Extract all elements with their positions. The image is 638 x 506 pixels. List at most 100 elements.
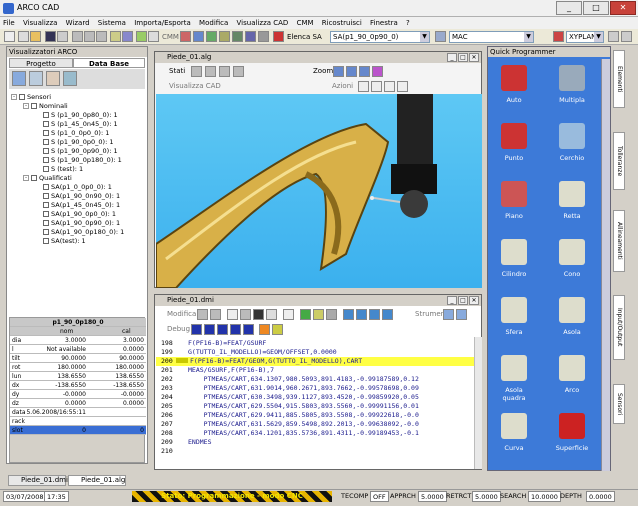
tree-node-qualificati[interactable]: - Qualificati [23,174,72,182]
cmm-tool-2-icon[interactable] [193,31,204,42]
code-line[interactable]: 206 PTMEAS/CART,629.9411,885.5805,893.55… [156,411,474,420]
redo-icon[interactable] [210,309,221,320]
tree-item[interactable]: SA(test): 1 [43,237,86,245]
doc-new-icon[interactable] [227,309,238,320]
edit-icon[interactable] [313,309,324,320]
code-line[interactable]: 201 MEAS/GSURF,F(PF16-B),7 [156,366,474,375]
code-line[interactable]: 210 [156,447,474,456]
doc-tab-dmi[interactable]: Piede_01.dmi [8,475,68,486]
menu-importa-esporta[interactable]: Importa/Esporta [131,17,194,29]
step-over-icon[interactable] [217,324,228,335]
menu-modifica[interactable]: Modifica [196,17,231,29]
table-icon[interactable] [326,309,337,320]
qp-item-sfera[interactable]: Sfera [494,297,534,349]
menu-ricostruisci[interactable]: Ricostruisci [319,17,365,29]
sensor-view-1-icon[interactable] [12,71,26,86]
menu-visualizza[interactable]: Visualizza [20,17,60,29]
side-tab-elementi[interactable]: Elementi [613,50,625,108]
code-line[interactable]: 204 PTMEAS/CART,630.3498,939.1127,893.45… [156,393,474,402]
cmm-tool-1-icon[interactable] [180,31,191,42]
action-tool-4-icon[interactable] [397,81,408,92]
elenca-sa-label[interactable]: Elenca SA [287,33,322,41]
code-editor[interactable]: 198 F(PF16-B)=FEAT/GSURF 199 G(TUTTO_IL_MOD… [156,337,474,469]
side-tab-input-output[interactable]: Input/Output [613,295,625,360]
tree-item[interactable]: S (p1_0_0p0_0): 1 [43,129,109,137]
checkbox[interactable] [31,103,37,109]
mac-select[interactable]: MAC ▼ [449,31,534,43]
tools-1-icon[interactable] [443,309,454,320]
open-icon[interactable] [30,31,41,42]
cmm-tool-4-icon[interactable] [219,31,230,42]
property-row[interactable]: dia 3.0000 3.0000 [10,336,146,345]
checkbox[interactable] [19,94,25,100]
insert-icon[interactable] [300,309,311,320]
tree-item[interactable]: S (p1_90_0p90_0): 1 [43,147,118,155]
qp-item-punto[interactable]: Punto [494,123,534,175]
copy-icon[interactable] [84,31,95,42]
minimize-button[interactable]: _ [556,1,582,15]
qp-item-arco[interactable]: Arco [552,355,592,407]
report-icon[interactable] [122,31,133,42]
code-line[interactable]: 209 ENDMES [156,438,474,447]
tree-item[interactable]: SA(p1_90_0p180_0): 1 [43,228,124,236]
tools-2-icon[interactable] [456,309,467,320]
cut-icon[interactable] [72,31,83,42]
menu-wizard[interactable]: Wizard [63,17,93,29]
tree-item[interactable]: SA(p1_90_0p90_0): 1 [43,219,120,227]
step-icon[interactable] [204,324,215,335]
collapse-icon[interactable]: - [23,103,29,109]
extra-tool-2-icon[interactable] [621,31,632,42]
qp-item-superficie[interactable]: Superficie [552,413,592,465]
sa-select[interactable]: SA(p1_90_0p90_0) ▼ [330,31,430,43]
qp-item-retta[interactable]: Retta [552,181,592,233]
doc-tab-alg[interactable]: Piede_01.alg [68,475,126,486]
probe-icon[interactable] [148,31,159,42]
breakpoint-clear-icon[interactable] [272,324,283,335]
qp-item-cerchio[interactable]: Cerchio [552,123,592,175]
cmm-tool-3-icon[interactable] [206,31,217,42]
file-tool-icon[interactable] [4,31,15,42]
tab-data-base[interactable]: Data Base [73,58,145,68]
stati-tool-3-icon[interactable] [219,66,230,77]
tree-item[interactable]: SA(p1_45_0n45_0): 1 [43,201,120,209]
sensor-view-4-icon[interactable] [63,71,77,86]
sequence-2-icon[interactable] [356,309,367,320]
property-row[interactable]: slot 0 0 [10,426,146,435]
qp-item-piano[interactable]: Piano [494,181,534,233]
action-tool-2-icon[interactable] [371,81,382,92]
tree-item[interactable]: SA(p1_90_0n90_0): 1 [43,192,120,200]
find-icon[interactable] [283,309,294,320]
code-line[interactable]: 203 PTMEAS/CART,631.9014,960.2671,893.76… [156,384,474,393]
qp-item-cono[interactable]: Cono [552,239,592,291]
code-line[interactable]: 200 F(PF16-B)=FEAT/GEOM,G(TUTTO_IL_MODELL… [156,357,474,366]
editor-maximize-button[interactable]: □ [458,296,468,305]
zoom-in-icon[interactable] [333,66,344,77]
undo-icon[interactable] [197,309,208,320]
collapse-icon[interactable]: - [23,175,29,181]
plane-select[interactable]: XYPLAN ▼ [566,31,604,43]
stati-tool-4-icon[interactable] [233,66,244,77]
cmm-tool-6-icon[interactable] [245,31,256,42]
probe-red-icon[interactable] [273,31,284,42]
tree-item[interactable]: S (p1_90_0p180_0): 1 [43,156,122,164]
sequence-4-icon[interactable] [382,309,393,320]
close-button[interactable]: ✕ [610,1,636,15]
pause-icon[interactable] [243,324,254,335]
stati-tool-2-icon[interactable] [205,66,216,77]
qp-item-asola-quadra[interactable]: Asola quadra [494,355,534,407]
property-row[interactable]: rack [10,417,146,426]
machine-icon[interactable] [136,31,147,42]
run-icon[interactable] [191,324,202,335]
doc-copy-icon[interactable] [240,309,251,320]
viewer-minimize-button[interactable]: _ [447,53,457,62]
property-row[interactable]: dz 0.0000 0.0000 [10,399,146,408]
code-line[interactable]: 202 PTMEAS/CART,634.1307,980.5093,891.41… [156,375,474,384]
extra-tool-1-icon[interactable] [608,31,619,42]
property-row[interactable]: data 5.06.2008/16:55:11 [10,408,146,417]
action-tool-3-icon[interactable] [384,81,395,92]
doc-delete-icon[interactable] [253,309,264,320]
tree-item[interactable]: S (p1_90_0p80_0): 1 [43,111,118,119]
print-icon[interactable] [57,31,68,42]
code-line[interactable]: 207 PTMEAS/CART,631.5629,859.5498,892.20… [156,420,474,429]
code-line[interactable]: 208 PTMEAS/CART,634.1201,835.5736,891.43… [156,429,474,438]
